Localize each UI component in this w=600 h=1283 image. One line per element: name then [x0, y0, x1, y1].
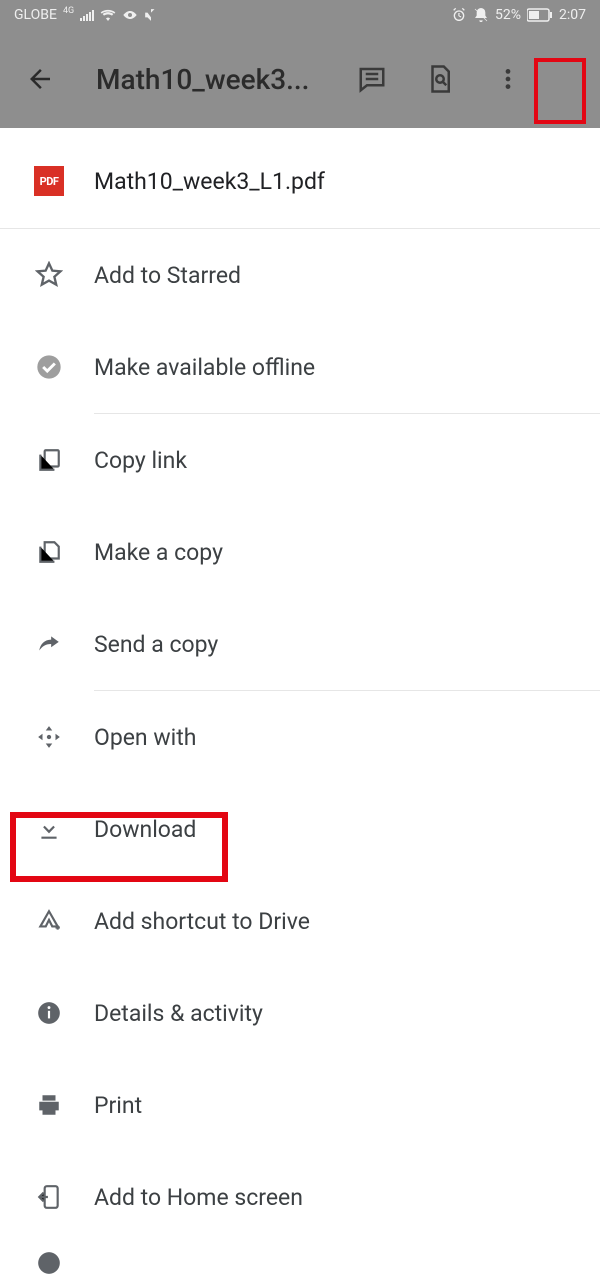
- status-right: 52% 2:07: [451, 7, 586, 23]
- open-with-icon: [34, 724, 64, 750]
- time-label: 2:07: [559, 7, 586, 23]
- menu-item-shortcut[interactable]: Add shortcut to Drive: [0, 875, 600, 967]
- menu-item-sendcopy[interactable]: Send a copy: [0, 598, 600, 690]
- eye-icon: [122, 8, 138, 22]
- more-options-button[interactable]: [488, 59, 528, 99]
- menu-item-details[interactable]: Details & activity: [0, 967, 600, 1059]
- menu-label-starred: Add to Starred: [94, 262, 241, 289]
- menu-item-openwith[interactable]: Open with: [0, 691, 600, 783]
- add-homescreen-icon: [34, 1184, 64, 1210]
- menu-label-openwith: Open with: [94, 724, 196, 751]
- network-type: 4G: [63, 6, 74, 16]
- menu-label-copylink: Copy link: [94, 447, 187, 474]
- download-icon: [34, 816, 64, 842]
- menu-item-download[interactable]: Download: [0, 783, 600, 875]
- pdf-icon: PDF: [34, 166, 64, 196]
- menu-item-homescreen[interactable]: Add to Home screen: [0, 1151, 600, 1243]
- status-bar: GLOBE 4G 52% 2:07: [0, 0, 600, 30]
- send-icon: [34, 631, 64, 657]
- menu-label-download: Download: [94, 816, 196, 843]
- signal-icon: [80, 9, 94, 21]
- alarm-icon: [451, 7, 467, 23]
- carrier-label: GLOBE: [14, 7, 57, 23]
- page-title: Math10_week3...: [96, 63, 336, 96]
- menu-item-copylink[interactable]: Copy link: [0, 414, 600, 506]
- file-header: PDF Math10_week3_L1.pdf: [0, 136, 600, 229]
- info-icon: [34, 1000, 64, 1026]
- menu-label-shortcut: Add shortcut to Drive: [94, 908, 310, 935]
- menu-label-offline: Make available offline: [94, 354, 315, 381]
- menu-item-print[interactable]: Print: [0, 1059, 600, 1151]
- comment-button[interactable]: [352, 59, 392, 99]
- menu-item-truncated[interactable]: [0, 1243, 600, 1283]
- file-name-label: Math10_week3_L1.pdf: [94, 168, 325, 195]
- options-menu: PDF Math10_week3_L1.pdf Add to Starred M…: [0, 128, 600, 1283]
- battery-text: 52%: [495, 7, 521, 23]
- menu-item-offline[interactable]: Make available offline: [0, 321, 600, 413]
- status-left: GLOBE 4G: [14, 7, 158, 23]
- menu-item-starred[interactable]: Add to Starred: [0, 229, 600, 321]
- menu-label-homescreen: Add to Home screen: [94, 1184, 303, 1211]
- battery-icon: [527, 8, 553, 22]
- app-bar: Math10_week3...: [0, 30, 600, 128]
- menu-label-makecopy: Make a copy: [94, 539, 223, 566]
- find-in-page-button[interactable]: [420, 59, 460, 99]
- wifi-icon: [100, 9, 116, 21]
- copy-link-icon: [34, 447, 64, 473]
- star-icon: [34, 261, 64, 289]
- offline-icon: [34, 353, 64, 381]
- print-icon: [34, 1092, 64, 1118]
- dnd-icon: [473, 7, 489, 23]
- mute-icon: [144, 8, 158, 22]
- menu-label-sendcopy: Send a copy: [94, 631, 218, 658]
- back-button[interactable]: [20, 59, 60, 99]
- menu-label-details: Details & activity: [94, 1000, 263, 1027]
- make-copy-icon: [34, 539, 64, 565]
- drive-shortcut-icon: [34, 908, 64, 934]
- alert-icon: [34, 1250, 64, 1276]
- menu-item-makecopy[interactable]: Make a copy: [0, 506, 600, 598]
- menu-label-print: Print: [94, 1092, 142, 1119]
